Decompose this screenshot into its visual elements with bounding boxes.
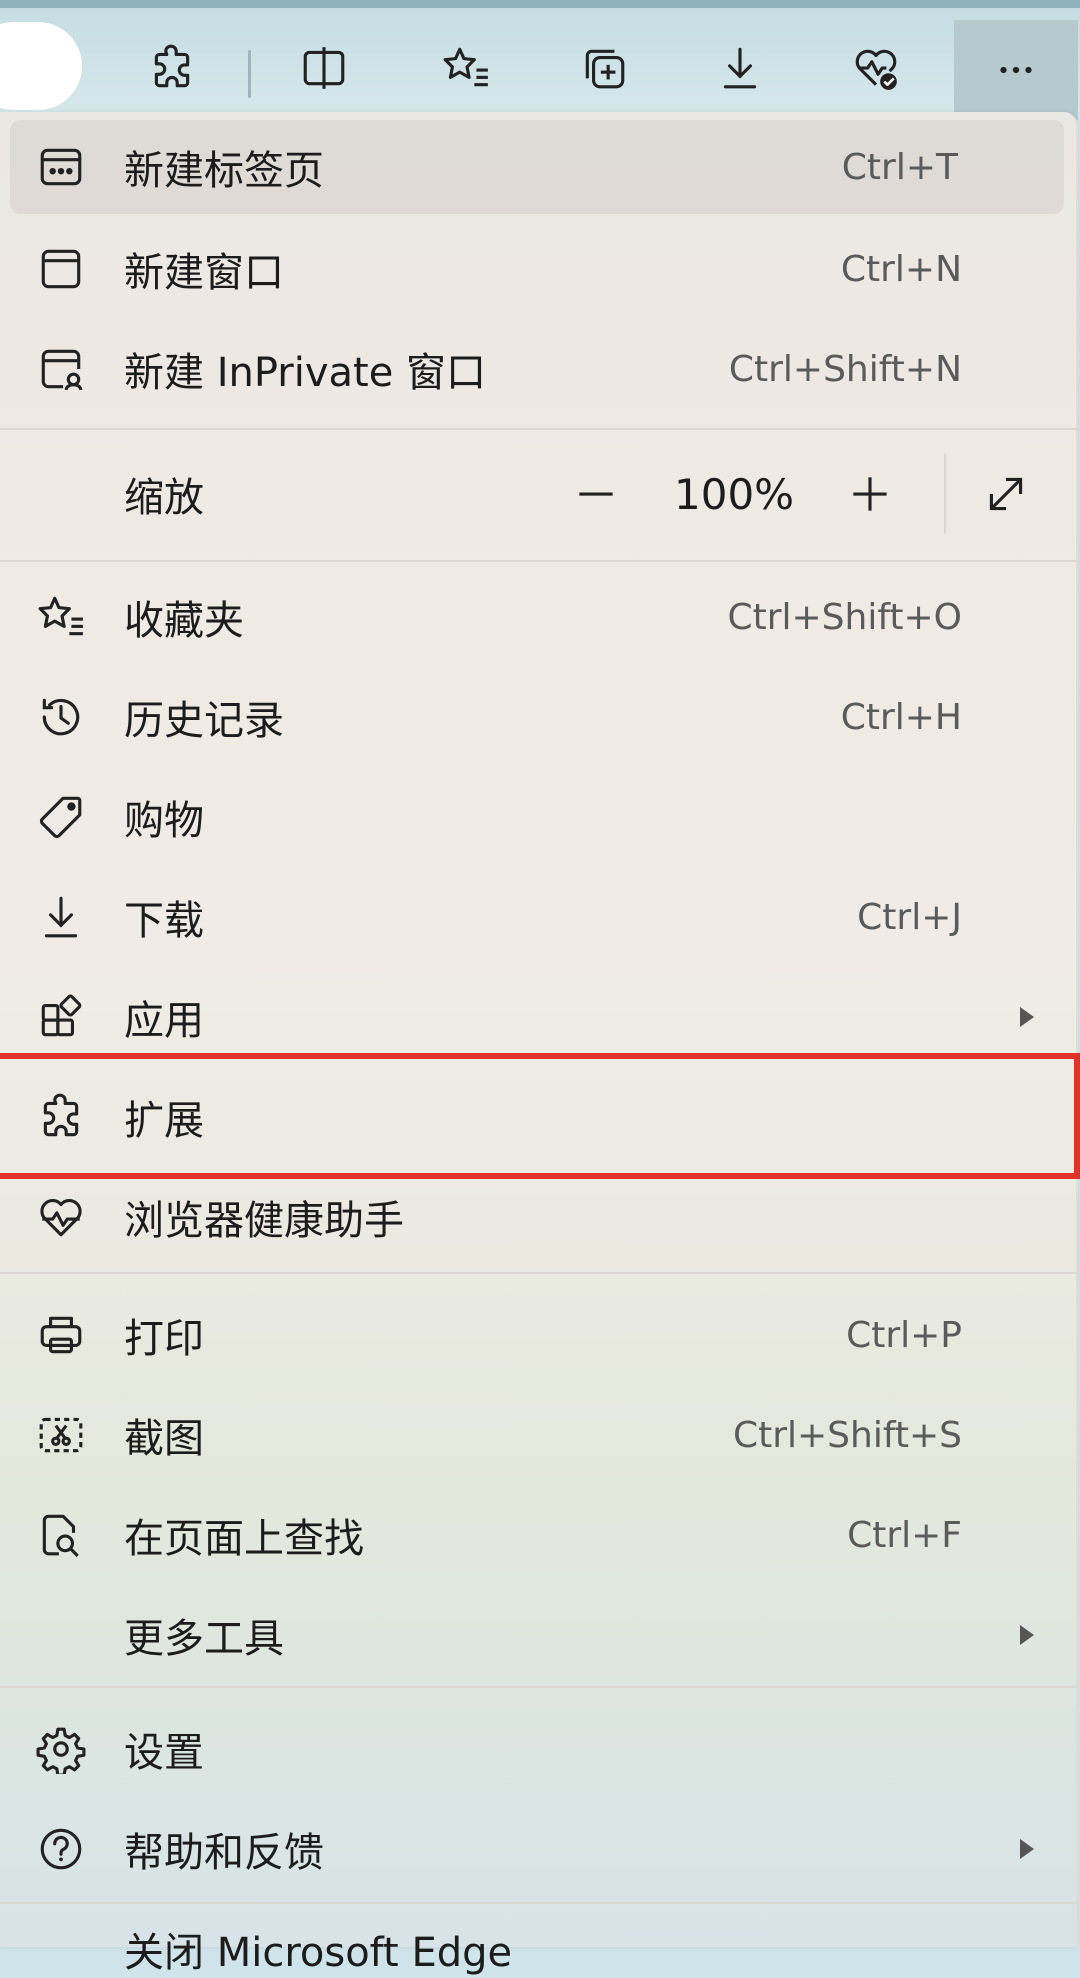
extensions-icon xyxy=(34,1090,88,1144)
menu-item-label: 更多工具 xyxy=(124,1616,284,1662)
menu-item-close-edge[interactable]: 关闭 Microsoft Edge xyxy=(124,1920,512,1978)
menu-item-label: 历史记录 xyxy=(124,698,284,744)
find-on-page-icon xyxy=(34,1508,88,1562)
browser-essentials-icon[interactable] xyxy=(830,26,922,110)
menu-item-label: 浏览器健康助手 xyxy=(124,1198,404,1244)
health-heart-icon xyxy=(34,1190,88,1244)
submenu-arrow-icon xyxy=(1020,1839,1034,1859)
menu-divider xyxy=(0,1272,1078,1274)
menu-item-label: 新建 InPrivate 窗口 xyxy=(124,350,487,396)
menu-item-apps[interactable]: 应用 xyxy=(0,970,1078,1064)
menu-item-more-tools[interactable]: 更多工具 xyxy=(0,1588,1078,1682)
shortcut-text: Ctrl+T xyxy=(841,146,958,188)
menu-item-screenshot[interactable]: 截图 Ctrl+Shift+S xyxy=(0,1388,1078,1482)
menu-item-settings[interactable]: 设置 xyxy=(0,1702,1078,1796)
download-icon xyxy=(34,890,88,944)
downloads-icon[interactable] xyxy=(694,26,786,110)
menu-item-label: 收藏夹 xyxy=(124,598,244,644)
toolbar-separator xyxy=(248,50,251,98)
menu-item-shopping[interactable]: 购物 xyxy=(0,770,1078,864)
print-icon xyxy=(34,1308,88,1362)
menu-item-label: 打印 xyxy=(124,1316,204,1362)
menu-item-label: 下载 xyxy=(124,898,204,944)
menu-item-label: 设置 xyxy=(124,1730,204,1776)
history-icon xyxy=(34,690,88,744)
menu-item-label: 扩展 xyxy=(124,1098,204,1144)
menu-item-extensions[interactable]: 扩展 xyxy=(0,1070,1078,1164)
extensions-icon[interactable] xyxy=(126,26,218,110)
menu-divider xyxy=(0,560,1078,562)
menu-item-new-tab[interactable]: 新建标签页 Ctrl+T xyxy=(10,120,1064,214)
browser-toolbar xyxy=(0,0,1080,120)
menu-item-label: 新建标签页 xyxy=(124,148,324,194)
zoom-separator xyxy=(944,454,946,534)
menu-divider xyxy=(0,1902,1078,1904)
zoom-level-value: 100% xyxy=(674,469,795,519)
favorites-icon xyxy=(34,590,88,644)
menu-item-downloads[interactable]: 下载 Ctrl+J xyxy=(0,870,1078,964)
menu-divider xyxy=(0,1686,1078,1688)
menu-item-zoom: 缩放 100% xyxy=(0,444,1078,544)
shortcut-text: Ctrl+Shift+N xyxy=(728,348,962,390)
apps-icon xyxy=(34,990,88,1044)
menu-item-label: 新建窗口 xyxy=(124,250,284,296)
help-icon xyxy=(34,1822,88,1876)
menu-item-label: 截图 xyxy=(124,1416,204,1462)
menu-item-label: 在页面上查找 xyxy=(124,1516,364,1562)
menu-item-favorites[interactable]: 收藏夹 Ctrl+Shift+O xyxy=(0,570,1078,664)
shortcut-text: Ctrl+N xyxy=(840,248,962,290)
shortcut-text: Ctrl+Shift+O xyxy=(727,596,962,638)
browser-settings-menu: 新建标签页 Ctrl+T 新建窗口 Ctrl+N 新建 InPrivate 窗口… xyxy=(0,112,1078,1947)
new-tab-icon xyxy=(34,140,88,194)
new-window-icon xyxy=(34,242,88,296)
gear-icon xyxy=(34,1722,88,1776)
menu-item-help-feedback[interactable]: 帮助和反馈 xyxy=(0,1802,1078,1896)
menu-item-find-on-page[interactable]: 在页面上查找 Ctrl+F xyxy=(0,1488,1078,1582)
shortcut-text: Ctrl+F xyxy=(847,1514,962,1556)
submenu-arrow-icon xyxy=(1020,1007,1034,1027)
screenshot-icon xyxy=(34,1408,88,1462)
shortcut-text: Ctrl+J xyxy=(857,896,962,938)
shopping-tag-icon xyxy=(34,790,88,844)
menu-item-browser-essentials[interactable]: 浏览器健康助手 xyxy=(0,1170,1078,1264)
submenu-arrow-icon xyxy=(1020,1625,1034,1645)
menu-item-new-window[interactable]: 新建窗口 Ctrl+N xyxy=(0,222,1078,316)
menu-item-print[interactable]: 打印 Ctrl+P xyxy=(0,1288,1078,1382)
shortcut-text: Ctrl+P xyxy=(846,1314,962,1356)
fullscreen-icon[interactable] xyxy=(978,466,1034,522)
address-bar[interactable] xyxy=(0,22,82,110)
collections-icon[interactable] xyxy=(558,26,650,110)
zoom-out-button[interactable] xyxy=(568,466,624,522)
inprivate-icon xyxy=(34,342,88,396)
menu-item-label: 帮助和反馈 xyxy=(124,1830,324,1876)
split-screen-icon[interactable] xyxy=(278,26,370,110)
menu-divider xyxy=(0,428,1078,430)
menu-item-new-inprivate-window[interactable]: 新建 InPrivate 窗口 Ctrl+Shift+N xyxy=(0,322,1078,416)
menu-item-label: 购物 xyxy=(124,798,204,844)
shortcut-text: Ctrl+Shift+S xyxy=(732,1414,962,1456)
zoom-in-button[interactable] xyxy=(842,466,898,522)
menu-item-label: 应用 xyxy=(124,998,204,1044)
shortcut-text: Ctrl+H xyxy=(840,696,962,738)
favorites-icon[interactable] xyxy=(420,26,512,110)
zoom-label: 缩放 xyxy=(124,475,204,521)
more-options-icon[interactable] xyxy=(954,20,1078,120)
menu-item-history[interactable]: 历史记录 Ctrl+H xyxy=(0,670,1078,764)
